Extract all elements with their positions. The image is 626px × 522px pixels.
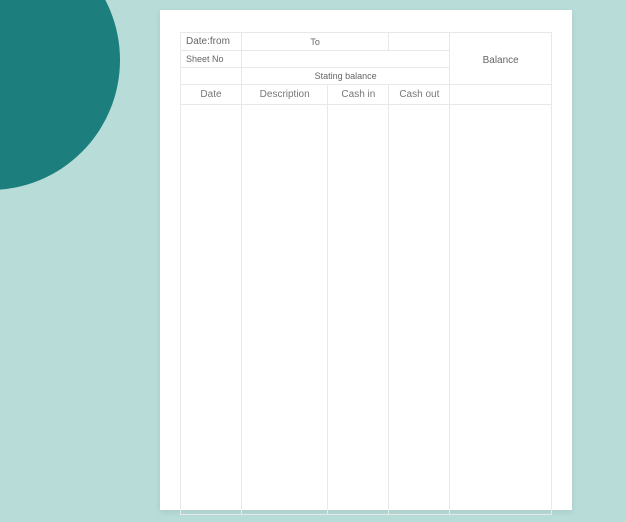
col-date: Date xyxy=(181,85,242,105)
ledger-body-row xyxy=(181,105,552,515)
body-balance xyxy=(450,105,552,515)
to-label: To xyxy=(241,33,388,51)
ledger-table: Date:from To Balance Sheet No Stating ba… xyxy=(180,32,552,515)
date-range-row: Date:from To Balance xyxy=(181,33,552,51)
body-cash-in xyxy=(328,105,389,515)
sheet-no-empty xyxy=(241,51,449,68)
sheet-no-label: Sheet No xyxy=(181,51,242,68)
column-headers: Date Description Cash in Cash out xyxy=(181,85,552,105)
ledger-sheet: Date:from To Balance Sheet No Stating ba… xyxy=(160,10,572,510)
date-to-empty xyxy=(389,33,450,51)
body-date xyxy=(181,105,242,515)
col-description: Description xyxy=(241,85,327,105)
balance-header: Balance xyxy=(450,33,552,85)
starting-balance-label: Stating balance xyxy=(241,68,449,85)
body-cash-out xyxy=(389,105,450,515)
body-description xyxy=(241,105,327,515)
decorative-circle xyxy=(0,0,120,190)
col-balance-empty xyxy=(450,85,552,105)
date-from-label: Date:from xyxy=(181,33,242,51)
col-cash-in: Cash in xyxy=(328,85,389,105)
col-cash-out: Cash out xyxy=(389,85,450,105)
starting-balance-left xyxy=(181,68,242,85)
